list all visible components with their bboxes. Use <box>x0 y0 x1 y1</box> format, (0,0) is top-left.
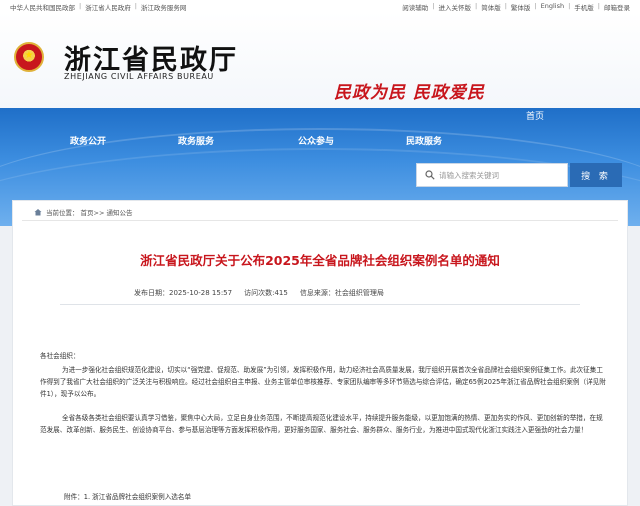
paragraph-2: 全省各级各类社会组织要认真学习借鉴，聚焦中心大局，立足自身业务范围，不断提高规范… <box>40 414 603 434</box>
nav-home[interactable]: 首页 <box>526 109 544 122</box>
top-links-left: 中华人民共和国民政部 | 浙江省人民政府 | 浙江政务服务网 <box>10 2 186 12</box>
info-source: 信息来源：社会组织管理局 <box>299 289 384 297</box>
separator: | <box>79 2 82 10</box>
link-traditional[interactable]: 繁体版 <box>511 2 531 12</box>
divider <box>22 220 618 221</box>
top-links-right: 阅读辅助 | 进入关怀版 | 简体版 | 繁体版 | English | 手机版… <box>402 2 630 12</box>
link-mobile[interactable]: 手机版 <box>574 2 594 12</box>
breadcrumb-label: 当前位置： <box>46 209 79 217</box>
link-zj-service[interactable]: 浙江政务服务网 <box>141 2 187 12</box>
link-reading-aid[interactable]: 阅读辅助 <box>402 2 428 12</box>
nav-public-participation[interactable]: 公众参与 <box>298 134 334 147</box>
nav-gov-services[interactable]: 政务服务 <box>178 134 214 147</box>
salutation: 各社会组织： <box>40 352 80 360</box>
divider <box>60 304 580 305</box>
separator: | <box>597 2 600 10</box>
site-header: 浙江省民政厅 ZHEJIANG CIVIL AFFAIRS BUREAU 民政为… <box>0 12 640 108</box>
view-count: 访问次数:415 <box>244 289 288 297</box>
search-button[interactable]: 搜 索 <box>570 163 622 187</box>
nav-civil-services[interactable]: 民政服务 <box>406 134 442 147</box>
separator: | <box>504 2 507 10</box>
article-meta: 发布日期：2025-10-28 15:57 访问次数:415 信息来源：社会组织… <box>134 288 384 298</box>
link-care-mode[interactable]: 进入关怀版 <box>439 2 472 12</box>
search-box <box>416 163 568 187</box>
separator: | <box>475 2 478 10</box>
paragraph-1: 为进一步强化社会组织规范化建设，切实以“强党建、促规范、助发展”为引领，发挥积极… <box>40 366 606 398</box>
slogan: 民政为民 民政爱民 <box>334 83 485 103</box>
link-zj-gov[interactable]: 浙江省人民政府 <box>85 2 131 12</box>
separator: | <box>534 2 537 10</box>
breadcrumb: 当前位置： 首页>> 通知公告 <box>34 207 132 217</box>
home-icon <box>34 209 42 216</box>
nav-gov-affairs[interactable]: 政务公开 <box>70 134 106 147</box>
article-title: 浙江省民政厅关于公布2025年全省品牌社会组织案例名单的通知 <box>140 253 500 268</box>
attachment-link[interactable]: 附件：1. 浙江省品牌社会组织案例入选名单 <box>64 491 191 501</box>
site-subtitle: ZHEJIANG CIVIL AFFAIRS BUREAU <box>64 72 214 81</box>
top-bar: 中华人民共和国民政部 | 浙江省人民政府 | 浙江政务服务网 阅读辅助 | 进入… <box>0 0 640 12</box>
search-input[interactable] <box>439 166 565 184</box>
separator: | <box>432 2 435 10</box>
separator: | <box>134 2 137 10</box>
search-icon <box>425 170 435 180</box>
publish-date: 发布日期：2025-10-28 15:57 <box>134 289 233 297</box>
main-nav: 政务公开 政务服务 公众参与 民政服务 <box>0 134 480 154</box>
breadcrumb-path[interactable]: 首页>> 通知公告 <box>81 207 133 217</box>
national-emblem-icon <box>14 42 44 72</box>
separator: | <box>568 2 571 10</box>
link-simplified[interactable]: 简体版 <box>481 2 501 12</box>
link-mca[interactable]: 中华人民共和国民政部 <box>10 2 75 12</box>
link-english[interactable]: English <box>541 2 564 12</box>
link-mail-login[interactable]: 邮箱登录 <box>604 2 630 12</box>
